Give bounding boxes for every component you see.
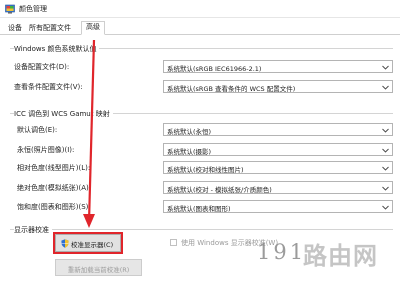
relative-colorimetric-select[interactable]: 系统默认(校对和线性图片) [163, 161, 393, 174]
chevron-down-icon [382, 85, 389, 90]
perceptual-value: 系统默认(摄影) [167, 148, 212, 156]
saturation-label: 饱和度(图表和图形)(S): [17, 203, 91, 211]
chevron-down-icon [382, 205, 389, 210]
viewing-conditions-select[interactable]: 系统默认(sRGB 查看条件的 WCS 配置文件) [163, 80, 393, 93]
absolute-colorimetric-label: 绝对色度(模拟纸张)(A): [17, 184, 92, 192]
chevron-down-icon [382, 65, 389, 70]
color-management-icon [5, 4, 15, 14]
absolute-colorimetric-select[interactable]: 系统默认(校对 - 模拟纸张/介质颜色) [163, 181, 393, 194]
group-title-display-calibration: 显示器校准 [14, 225, 52, 235]
viewing-conditions-label: 查看条件配置文件(V): [14, 83, 83, 91]
perceptual-label: 永恒(照片图像)(I): [17, 146, 75, 154]
tab-strip: 设备 所有配置文件 高级 [0, 21, 400, 35]
default-rendering-label: 默认调色(E): [17, 126, 58, 134]
default-rendering-value: 系统默认(永恒) [167, 128, 212, 136]
absolute-colorimetric-value: 系统默认(校对 - 模拟纸张/介质颜色) [167, 186, 272, 194]
tab-devices[interactable]: 设备 [4, 23, 26, 35]
reload-calibration-button[interactable]: 重新加载当前校准(R) [55, 259, 142, 276]
watermark-name: 路由网 [303, 242, 378, 270]
saturation-value: 系统默认(图表和图形) [167, 205, 231, 213]
chevron-down-icon [382, 166, 389, 171]
viewing-conditions-value: 系统默认(sRGB 查看条件的 WCS 配置文件) [167, 85, 296, 93]
perceptual-select[interactable]: 系统默认(摄影) [163, 143, 393, 156]
device-profile-label: 设备配置文件(D): [14, 63, 70, 71]
chevron-down-icon [382, 128, 389, 133]
windows-calibration-checkbox[interactable] [170, 239, 177, 246]
reload-calibration-label: 重新加载当前校准(R) [67, 266, 130, 274]
window-title: 颜色管理 [19, 5, 47, 13]
device-profile-value: 系统默认(sRGB IEC61966-2.1) [167, 65, 262, 73]
watermark-number: 191 [257, 240, 307, 264]
chevron-down-icon [382, 186, 389, 191]
title-bar: 颜色管理 [0, 0, 400, 18]
group-divider [10, 229, 393, 230]
relative-colorimetric-label: 相对色度(线型图片)(L): [17, 164, 91, 172]
tab-advanced[interactable]: 高级 [81, 21, 105, 35]
saturation-select[interactable]: 系统默认(图表和图形) [163, 200, 393, 213]
relative-colorimetric-value: 系统默认(校对和线性图片) [167, 166, 244, 174]
tab-all-profiles[interactable]: 所有配置文件 [25, 23, 75, 35]
group-title-windows-defaults: Windows 颜色系统默认值 [14, 44, 100, 54]
default-rendering-select[interactable]: 系统默认(永恒) [163, 123, 393, 136]
chevron-down-icon [382, 148, 389, 153]
highlight-box [53, 232, 123, 254]
device-profile-select[interactable]: 系统默认(sRGB IEC61966-2.1) [163, 60, 393, 73]
group-title-icc-mapping: ICC 调色到 WCS Gamut 映射 [14, 109, 113, 119]
